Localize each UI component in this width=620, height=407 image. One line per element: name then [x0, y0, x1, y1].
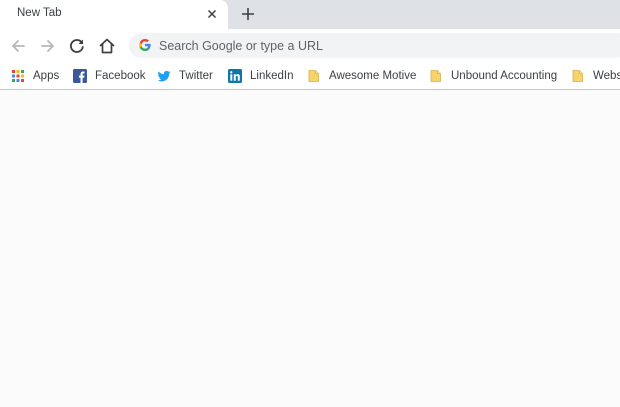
bookmark-label: Unbound Accounting — [451, 70, 558, 82]
google-g-icon — [139, 39, 151, 51]
bookmark-folder-awesome-motive[interactable]: Awesome Motive — [307, 67, 416, 85]
bookmark-twitter[interactable]: Twitter — [157, 67, 213, 85]
bookmark-label: Webs — [593, 70, 620, 82]
close-icon[interactable] — [204, 6, 220, 22]
tab-new-tab[interactable]: New Tab — [0, 0, 228, 29]
forward-arrow-icon[interactable] — [37, 35, 59, 57]
bookmark-label: Twitter — [179, 70, 213, 82]
bookmark-label: Apps — [33, 70, 60, 82]
bookmarks-bar: Apps Facebook Twitter LinkedIn Awesome M… — [0, 62, 620, 90]
twitter-icon — [157, 70, 171, 82]
folder-icon — [430, 70, 441, 82]
bookmark-label: LinkedIn — [250, 70, 294, 82]
tab-title: New Tab — [17, 7, 62, 19]
search-input[interactable] — [159, 37, 599, 54]
reload-icon[interactable] — [66, 35, 88, 57]
new-tab-plus-icon[interactable] — [238, 4, 258, 24]
bookmark-folder-webs[interactable]: Webs — [571, 67, 620, 85]
home-icon[interactable] — [96, 35, 118, 57]
back-arrow-icon[interactable] — [7, 35, 29, 57]
bookmark-label: Awesome Motive — [329, 70, 417, 82]
bookmark-linkedin[interactable]: LinkedIn — [228, 67, 293, 85]
bookmark-apps[interactable]: Apps — [11, 67, 59, 85]
page-content — [0, 91, 620, 407]
facebook-icon — [73, 69, 87, 83]
folder-icon — [572, 70, 583, 82]
tab-strip: New Tab — [0, 0, 620, 29]
bookmark-facebook[interactable]: Facebook — [73, 67, 146, 85]
apps-grid-icon — [12, 70, 24, 82]
bookmark-label: Facebook — [95, 70, 146, 82]
linkedin-icon — [228, 69, 242, 83]
bookmark-folder-unbound-accounting[interactable]: Unbound Accounting — [429, 67, 557, 85]
folder-icon — [308, 70, 319, 82]
